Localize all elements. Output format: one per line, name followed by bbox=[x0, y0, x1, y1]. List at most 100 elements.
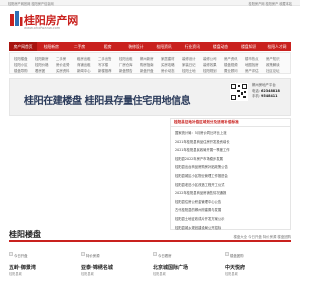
news-item[interactable]: 2022年桂阳县商品房销售情况通报 bbox=[175, 189, 286, 198]
sub-nav-link[interactable]: 桂阳楼盘 bbox=[14, 56, 35, 61]
sub-nav-link[interactable]: 桂阳规划 bbox=[203, 68, 224, 73]
property-cards: 今日开盘 五岭·御景湾 桂阳县城 特价房源 亚泰·锦绣名城 桂阳县城 今日看房 … bbox=[9, 247, 291, 297]
nav-item-project-updates[interactable]: 楼盘动态 bbox=[206, 42, 234, 51]
sub-nav: 桂阳楼盘 桂阳新房 二手房 租房出租 二手出售 桂阳出租 郴州新房 家居建材 装… bbox=[9, 52, 291, 74]
news-item[interactable]: 古代桂阳县的郴州府建置与发展 bbox=[175, 206, 286, 215]
sub-nav-link[interactable]: 桂阳价格 bbox=[35, 62, 56, 67]
sub-nav-link[interactable]: 楼市热点 bbox=[245, 56, 266, 61]
card-label: 今日开盘 bbox=[14, 254, 28, 258]
property-card[interactable]: 楼盘团购 中天悦府 桂阳县城 bbox=[225, 247, 289, 295]
news-item[interactable]: 桂阳县老旧小区改造工程开工仪式 bbox=[175, 181, 286, 190]
card-address: 桂阳县城 bbox=[81, 272, 94, 276]
sub-nav-link[interactable]: 房产评估 bbox=[245, 68, 266, 73]
card-name[interactable]: 五岭·御景湾 bbox=[9, 264, 36, 271]
card-address: 桂阳县城 bbox=[153, 272, 166, 276]
news-panel-header: 桂阳县征地补偿区域划分及适用补偿标准 bbox=[171, 119, 290, 127]
nav-item-knowledge[interactable]: 楼盘知识 bbox=[235, 42, 263, 51]
sub-nav-link[interactable]: 楼盘导购 bbox=[14, 68, 35, 73]
sub-nav-link[interactable]: 桂阳出租 bbox=[119, 56, 140, 61]
nav-item-jobs[interactable]: 桂阳人才网 bbox=[263, 42, 291, 51]
sub-nav-link[interactable]: 新盘开盘 bbox=[140, 68, 161, 73]
mobile-number: 9548411 bbox=[261, 94, 278, 98]
sub-nav-link[interactable]: 桂阳新房 bbox=[35, 56, 56, 61]
sub-nav-link[interactable]: 房产知识 bbox=[266, 56, 287, 61]
news-list: 国家统计局：5月房价同比环比上涨 2021年桂阳县商品住房开发投资增长 2021… bbox=[171, 127, 290, 234]
nav-item-local-news[interactable]: 桂阳资讯 bbox=[150, 42, 178, 51]
section-links[interactable]: 楼盘大全 今日开盘 特价房源 楼盘团购 bbox=[234, 234, 291, 239]
sub-nav-link[interactable]: 桂阳小区 bbox=[14, 62, 35, 67]
nav-item-rent[interactable]: 租房 bbox=[94, 42, 122, 51]
news-item[interactable]: 2021年桂阳县民政局开展一季度工作 bbox=[175, 146, 286, 155]
sub-nav-link[interactable]: 置业顾问 bbox=[224, 68, 245, 73]
sub-nav-link[interactable]: 商铺出租 bbox=[77, 62, 98, 67]
news-item[interactable]: 桂阳县城区小区物业管理工作推进会 bbox=[175, 172, 286, 181]
phone-number: 62348818 bbox=[261, 88, 280, 93]
image-placeholder-icon bbox=[225, 252, 229, 256]
sub-nav-link[interactable]: 厂房仓库 bbox=[119, 62, 140, 67]
sub-nav-link[interactable]: 新闻中心 bbox=[77, 68, 98, 73]
logo-building-icon bbox=[10, 11, 23, 26]
site-logo[interactable]: 桂阳房产网 www.ohxfwanw.com bbox=[9, 11, 78, 35]
sub-nav-link[interactable]: 家装日记 bbox=[182, 62, 203, 67]
property-card[interactable]: 今日看房 北京城国际广场 桂阳县城 bbox=[153, 247, 217, 295]
sub-nav-link[interactable]: 装修设计 bbox=[182, 56, 203, 61]
nav-item-resale[interactable]: 二手房 bbox=[65, 42, 93, 51]
sub-nav-link[interactable]: 桂阳土地 bbox=[182, 68, 203, 73]
sub-nav-row: 楼盘导购 看房团 买房资料 新闻中心 新楼推荐 新盘预告 新盘开盘 房价动态 桂… bbox=[14, 68, 288, 73]
sub-nav-link[interactable]: 装修公司 bbox=[203, 56, 224, 61]
top-bar: 桂阳房产网官网 桂阳房产信息网 桂阳房产网 桂阳房产 收藏本站 bbox=[0, 0, 300, 6]
sub-nav-link[interactable]: 二手出售 bbox=[98, 56, 119, 61]
section-header: 桂阳楼盘 楼盘大全 今日开盘 特价房源 楼盘团购 bbox=[9, 228, 291, 242]
sub-nav-link[interactable]: 写字楼 bbox=[98, 62, 119, 67]
news-item[interactable]: 2021年桂阳县商品住房开发投资增长 bbox=[175, 138, 286, 147]
card-name[interactable]: 亚泰·锦绣名城 bbox=[81, 264, 113, 271]
news-panel-title[interactable]: 桂阳县征地补偿区域划分及适用补偿标准 bbox=[174, 120, 239, 125]
sub-nav-link[interactable]: 政策解读 bbox=[266, 62, 287, 67]
sub-nav-link[interactable]: 租房出租 bbox=[77, 56, 98, 61]
property-card[interactable]: 今日开盘 五岭·御景湾 桂阳县城 bbox=[9, 247, 73, 295]
sub-nav-link[interactable]: 装修效果 bbox=[203, 62, 224, 67]
nav-item-industry-news[interactable]: 行业资讯 bbox=[178, 42, 206, 51]
news-item[interactable]: 国家统计局：5月房价同比环比上涨 bbox=[175, 129, 286, 138]
banner-title: 桂阳在建楼盘 桂阳县存量住宅用地信息 bbox=[24, 96, 191, 107]
logo-url: www.ohxfwanw.com bbox=[24, 26, 61, 30]
card-name[interactable]: 中天悦府 bbox=[225, 264, 245, 271]
news-item[interactable]: 桂阳县2022年房产市场稳步发展 bbox=[175, 155, 286, 164]
banner-mobile-row: 手机: 9548411 bbox=[252, 94, 290, 100]
news-item[interactable]: 桂阳县住房公积金管理中心公告 bbox=[175, 198, 286, 207]
sub-nav-link[interactable]: 社区论坛 bbox=[266, 68, 287, 73]
sub-nav-link[interactable]: 买房资料 bbox=[56, 68, 77, 73]
phone-label: 电话: bbox=[252, 88, 260, 93]
card-name[interactable]: 北京城国际广场 bbox=[153, 264, 188, 271]
sub-nav-link[interactable]: 楼盘视频 bbox=[224, 62, 245, 67]
sub-nav-link[interactable]: 房价走势 bbox=[56, 62, 77, 67]
news-item[interactable]: 桂阳县土地征收成片开发方案公示 bbox=[175, 215, 286, 224]
sub-nav-link[interactable]: 新盘预告 bbox=[119, 68, 140, 73]
mobile-label: 手机: bbox=[252, 94, 260, 98]
news-item[interactable]: 桂阳县出台商品房购房补贴政策公告 bbox=[175, 163, 286, 172]
nav-item-home[interactable]: 房产网首页 bbox=[9, 42, 38, 51]
card-address: 桂阳县城 bbox=[9, 272, 22, 276]
section-title: 桂阳楼盘 bbox=[9, 230, 41, 239]
sub-nav-link[interactable]: 买房攻略 bbox=[161, 62, 182, 67]
top-bar-right-links[interactable]: 桂阳房产网 桂阳房产 收藏本站 bbox=[249, 1, 292, 6]
sub-nav-link[interactable]: 房产资讯 bbox=[224, 56, 245, 61]
sub-nav-link[interactable]: 二手房 bbox=[56, 56, 77, 61]
sub-nav-row: 桂阳楼盘 桂阳新房 二手房 租房出租 二手出售 桂阳出租 郴州新房 家居建材 装… bbox=[14, 56, 288, 61]
card-address: 桂阳县城 bbox=[225, 272, 238, 276]
news-panel: 桂阳县征地补偿区域划分及适用补偿标准 国家统计局：5月房价同比环比上涨 2021… bbox=[170, 118, 291, 230]
sub-nav-link[interactable]: 看房团 bbox=[35, 68, 56, 73]
property-card[interactable]: 特价房源 亚泰·锦绣名城 桂阳县城 bbox=[81, 247, 145, 295]
nav-item-new-homes[interactable]: 桂阳新房 bbox=[37, 42, 65, 51]
sub-nav-link[interactable]: 新楼推荐 bbox=[98, 68, 119, 73]
sub-nav-link[interactable]: 家居建材 bbox=[161, 56, 182, 61]
sub-nav-link[interactable]: 郴州新房 bbox=[140, 56, 161, 61]
nav-item-decoration[interactable]: 装修设计 bbox=[122, 42, 150, 51]
card-label: 特价房源 bbox=[86, 254, 100, 258]
sub-nav-link[interactable]: 房价动态 bbox=[161, 68, 182, 73]
sub-nav-link[interactable]: 地图找房 bbox=[245, 62, 266, 67]
banner[interactable]: 桂阳在建楼盘 桂阳县存量住宅用地信息 郴州房地产平台 电话: 62348818 … bbox=[9, 78, 291, 116]
sub-nav-row: 桂阳小区 桂阳价格 房价走势 商铺出租 写字楼 厂房仓库 购房指南 买房攻略 家… bbox=[14, 62, 288, 67]
sub-nav-link[interactable]: 购房指南 bbox=[140, 62, 161, 67]
card-label: 楼盘团购 bbox=[230, 254, 244, 258]
